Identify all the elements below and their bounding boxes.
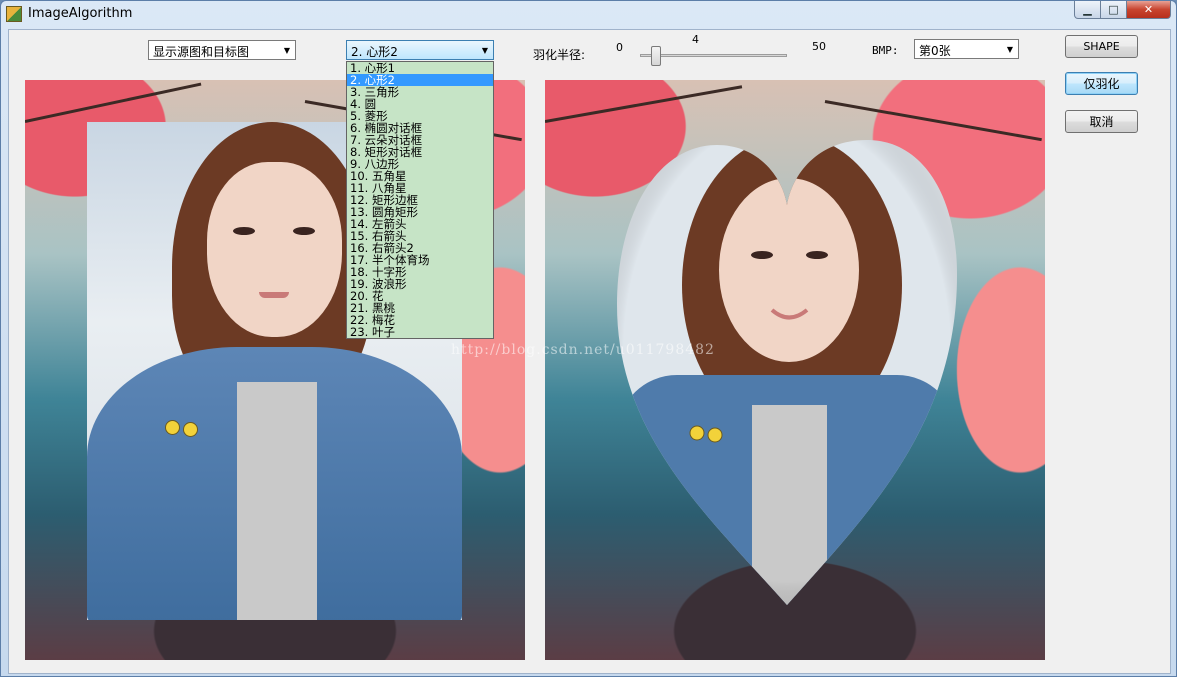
smiley-badge [165,420,180,435]
chevron-down-icon: ▼ [1006,44,1014,54]
cancel-button[interactable]: 取消 [1065,110,1138,133]
display-mode-select[interactable]: 显示源图和目标图 ▼ [148,40,296,60]
eye [293,227,315,235]
eye [233,227,255,235]
display-mode-value: 显示源图和目标图 [153,45,250,59]
close-button[interactable]: ✕ [1126,1,1171,19]
shape-option[interactable]: 23. 叶子 [347,326,493,338]
watermark-text: http://blog.csdn.net/u011798482 [451,342,715,358]
bmp-label: BMP: [872,44,899,57]
shape-option[interactable]: 15. 右箭头 [347,230,493,242]
shape-option[interactable]: 21. 黑桃 [347,302,493,314]
shape-option[interactable]: 3. 三角形 [347,86,493,98]
title-bar[interactable]: ImageAlgorithm ▁ □ ✕ [1,1,1176,27]
shape-option[interactable]: 13. 圆角矩形 [347,206,493,218]
feather-only-button[interactable]: 仅羽化 [1065,72,1138,95]
shape-option[interactable]: 9. 八边形 [347,158,493,170]
maximize-button[interactable]: □ [1100,1,1127,19]
shape-option[interactable]: 2. 心形2 [347,74,493,86]
shape-option[interactable]: 8. 矩形对话框 [347,146,493,158]
shape-button[interactable]: SHAPE [1065,35,1138,58]
shape-option[interactable]: 14. 左箭头 [347,218,493,230]
slider-value-label: 4 [692,33,699,46]
shape-dropdown-list[interactable]: 1. 心形1 2. 心形2 3. 三角形 4. 圆 5. 菱形 6. 椭圆对话框 7. 云朵… [346,61,494,339]
app-icon [6,6,22,22]
mouth [259,292,289,298]
client-area: 显示源图和目标图 ▼ 2. 心形2 ▼ 羽化半径: 0 4 50 BMP: 第0… [8,29,1171,674]
window-title: ImageAlgorithm [28,6,133,21]
shape-option[interactable]: 4. 圆 [347,98,493,110]
shape-option[interactable]: 1. 心形1 [347,62,493,74]
shape-option[interactable]: 19. 波浪形 [347,278,493,290]
shape-option[interactable]: 22. 梅花 [347,314,493,326]
shape-option[interactable]: 17. 半个体育场 [347,254,493,266]
shape-option[interactable]: 20. 花 [347,290,493,302]
shape-option[interactable]: 18. 十字形 [347,266,493,278]
shape-option[interactable]: 5. 菱形 [347,110,493,122]
minimize-button[interactable]: ▁ [1074,1,1101,19]
shape-option[interactable]: 11. 八角星 [347,182,493,194]
shape-select-value: 2. 心形2 [351,45,398,59]
app-window: ImageAlgorithm ▁ □ ✕ 显示源图和目标图 ▼ 2. 心形2 ▼… [0,0,1177,677]
shape-option[interactable]: 6. 椭圆对话框 [347,122,493,134]
chevron-down-icon: ▼ [481,45,489,55]
shape-option[interactable]: 7. 云朵对话框 [347,134,493,146]
heart-shape-result [617,140,957,605]
shape-option[interactable]: 12. 矩形边框 [347,194,493,206]
chevron-down-icon: ▼ [283,45,291,55]
shape-option[interactable]: 16. 右箭头2 [347,242,493,254]
feather-slider-thumb[interactable] [651,46,661,66]
smiley-badge [183,422,198,437]
tshirt [237,382,317,620]
face [207,162,342,337]
target-image [545,80,1045,660]
feather-slider-track[interactable] [640,54,787,57]
shape-option[interactable]: 10. 五角星 [347,170,493,182]
shape-select[interactable]: 2. 心形2 ▼ [346,40,494,60]
bmp-select-value: 第0张 [919,44,951,58]
feather-radius-label: 羽化半径: [533,48,586,62]
slider-max-label: 50 [812,40,826,53]
slider-min-label: 0 [616,41,623,54]
bmp-select[interactable]: 第0张 ▼ [914,39,1019,59]
